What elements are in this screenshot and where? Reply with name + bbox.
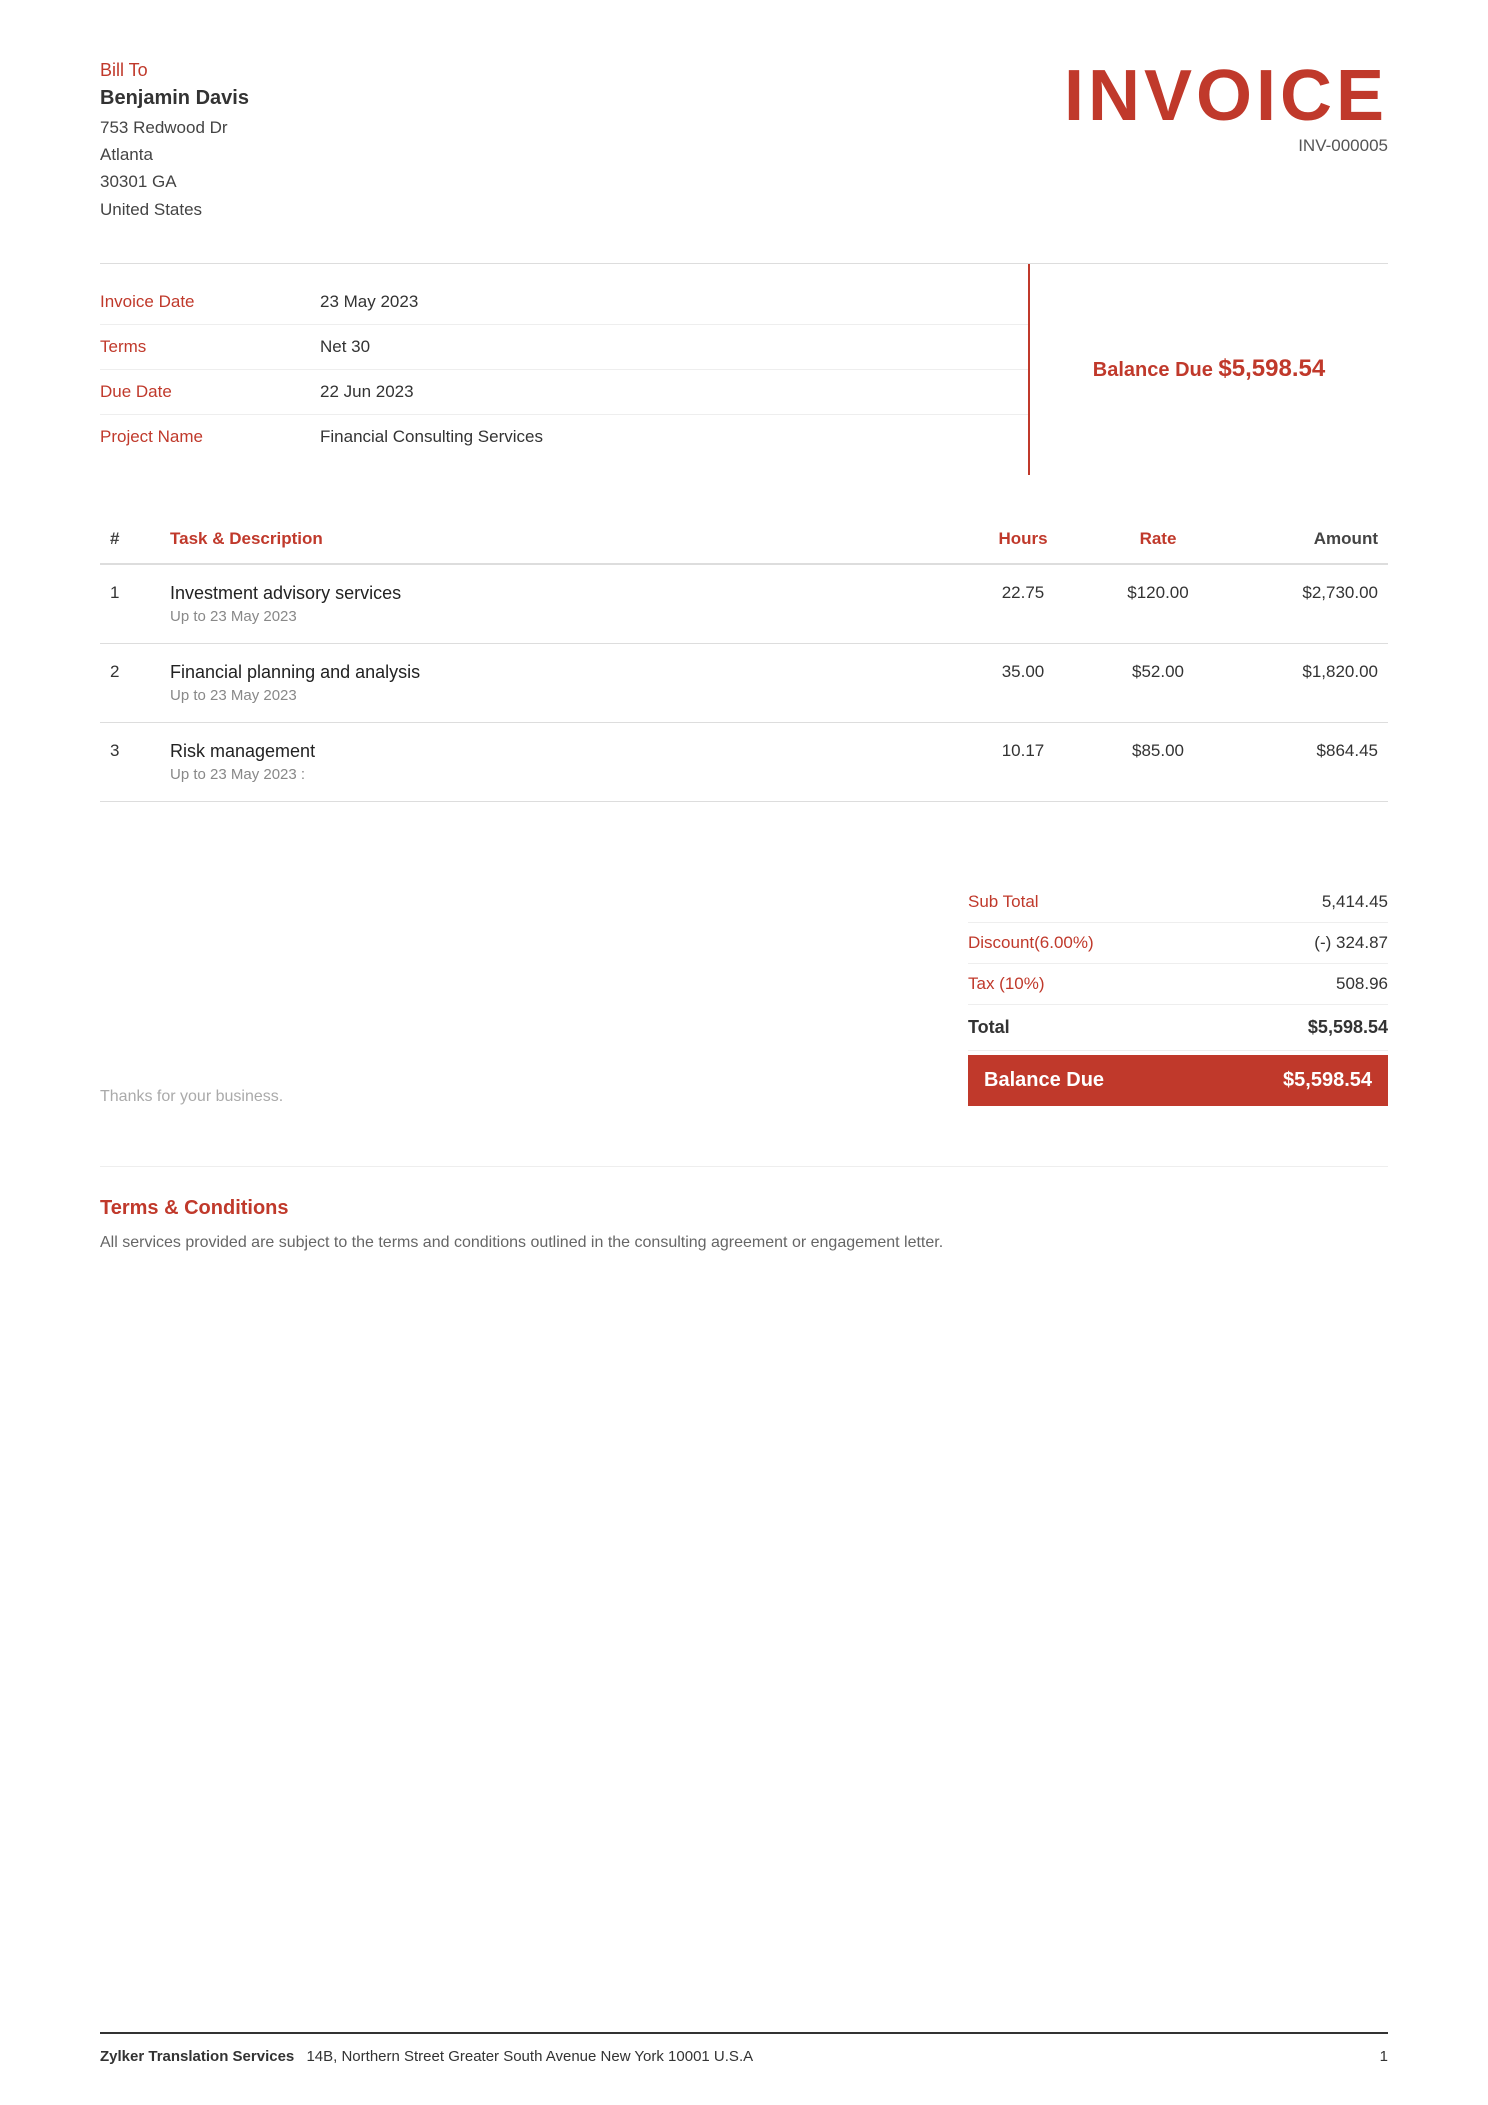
row-hours: 22.75 — [958, 564, 1088, 644]
project-name-row: Project Name Financial Consulting Servic… — [100, 415, 1028, 459]
balance-due-amount: $5,598.54 — [1218, 355, 1325, 382]
bottom-section: Thanks for your business. Sub Total 5,41… — [100, 882, 1388, 1106]
tax-row: Tax (10%) 508.96 — [968, 964, 1388, 1005]
info-section: Invoice Date 23 May 2023 Terms Net 30 Du… — [100, 263, 1388, 475]
terms-label: Terms — [100, 337, 320, 357]
address-line3: 30301 GA — [100, 168, 249, 195]
discount-label: Discount(6.00%) — [968, 933, 1094, 953]
address-line2: Atlanta — [100, 141, 249, 168]
row-amount: $2,730.00 — [1228, 564, 1388, 644]
address-line1: 753 Redwood Dr — [100, 114, 249, 141]
row-hours: 35.00 — [958, 643, 1088, 722]
invoice-title: INVOICE — [1064, 60, 1388, 132]
total-value: $5,598.54 — [1308, 1017, 1388, 1038]
col-hours: Hours — [958, 515, 1088, 564]
invoice-title-section: INVOICE INV-000005 — [1064, 60, 1388, 156]
row-num: 3 — [100, 722, 160, 801]
sub-total-label: Sub Total — [968, 892, 1039, 912]
balance-due-box: Balance Due $5,598.54 — [1028, 264, 1388, 475]
balance-due-total-value: $5,598.54 — [1283, 1069, 1372, 1092]
task-sub: Up to 23 May 2023 : — [170, 766, 948, 783]
total-label: Total — [968, 1017, 1010, 1038]
footer-company: Zylker Translation Services — [100, 2048, 294, 2065]
row-hours: 10.17 — [958, 722, 1088, 801]
due-date-row: Due Date 22 Jun 2023 — [100, 370, 1028, 415]
terms-section: Terms & Conditions All services provided… — [100, 1166, 1388, 1256]
row-num: 1 — [100, 564, 160, 644]
invoice-date-row: Invoice Date 23 May 2023 — [100, 280, 1028, 325]
footer-left: Zylker Translation Services 14B, Norther… — [100, 2048, 753, 2065]
footer: Zylker Translation Services 14B, Norther… — [100, 2032, 1388, 2065]
row-num: 2 — [100, 643, 160, 722]
row-task: Risk management Up to 23 May 2023 : — [160, 722, 958, 801]
row-task: Financial planning and analysis Up to 23… — [160, 643, 958, 722]
discount-row: Discount(6.00%) (-) 324.87 — [968, 923, 1388, 964]
header: Bill To Benjamin Davis 753 Redwood Dr At… — [100, 60, 1388, 223]
table-row: 2 Financial planning and analysis Up to … — [100, 643, 1388, 722]
info-left: Invoice Date 23 May 2023 Terms Net 30 Du… — [100, 264, 1028, 475]
terms-title: Terms & Conditions — [100, 1197, 1388, 1220]
col-hash: # — [100, 515, 160, 564]
totals-table: Sub Total 5,414.45 Discount(6.00%) (-) 3… — [968, 882, 1388, 1106]
table-row: 1 Investment advisory services Up to 23 … — [100, 564, 1388, 644]
bill-to-label: Bill To — [100, 60, 249, 81]
task-sub: Up to 23 May 2023 — [170, 608, 948, 625]
task-main: Risk management — [170, 741, 948, 762]
notes: Thanks for your business. — [100, 1088, 283, 1106]
invoice-number: INV-000005 — [1064, 136, 1388, 156]
project-name-label: Project Name — [100, 427, 320, 447]
invoice-date-value: 23 May 2023 — [320, 292, 418, 312]
footer-page: 1 — [1380, 2048, 1388, 2065]
sub-total-value: 5,414.45 — [1322, 892, 1388, 912]
client-name: Benjamin Davis — [100, 87, 249, 110]
task-main: Financial planning and analysis — [170, 662, 948, 683]
row-task: Investment advisory services Up to 23 Ma… — [160, 564, 958, 644]
terms-row: Terms Net 30 — [100, 325, 1028, 370]
table-row: 3 Risk management Up to 23 May 2023 : 10… — [100, 722, 1388, 801]
address-line4: United States — [100, 196, 249, 223]
row-rate: $85.00 — [1088, 722, 1228, 801]
col-rate: Rate — [1088, 515, 1228, 564]
terms-value: Net 30 — [320, 337, 370, 357]
balance-due-total-label: Balance Due — [984, 1069, 1104, 1092]
row-rate: $52.00 — [1088, 643, 1228, 722]
row-rate: $120.00 — [1088, 564, 1228, 644]
discount-value: (-) 324.87 — [1314, 933, 1388, 953]
invoice-date-label: Invoice Date — [100, 292, 320, 312]
task-main: Investment advisory services — [170, 583, 948, 604]
balance-due-total-row: Balance Due $5,598.54 — [968, 1055, 1388, 1106]
project-name-value: Financial Consulting Services — [320, 427, 543, 447]
task-sub: Up to 23 May 2023 — [170, 687, 948, 704]
due-date-label: Due Date — [100, 382, 320, 402]
items-table: # Task & Description Hours Rate Amount 1… — [100, 515, 1388, 802]
footer-address: 14B, Northern Street Greater South Avenu… — [306, 2048, 753, 2065]
tax-label: Tax (10%) — [968, 974, 1045, 994]
tax-value: 508.96 — [1336, 974, 1388, 994]
due-date-value: 22 Jun 2023 — [320, 382, 414, 402]
row-amount: $864.45 — [1228, 722, 1388, 801]
total-row: Total $5,598.54 — [968, 1005, 1388, 1051]
col-task: Task & Description — [160, 515, 958, 564]
terms-text: All services provided are subject to the… — [100, 1230, 1388, 1256]
sub-total-row: Sub Total 5,414.45 — [968, 882, 1388, 923]
row-amount: $1,820.00 — [1228, 643, 1388, 722]
col-amount: Amount — [1228, 515, 1388, 564]
balance-due-label: Balance Due $5,598.54 — [1093, 359, 1325, 381]
bill-to-section: Bill To Benjamin Davis 753 Redwood Dr At… — [100, 60, 249, 223]
